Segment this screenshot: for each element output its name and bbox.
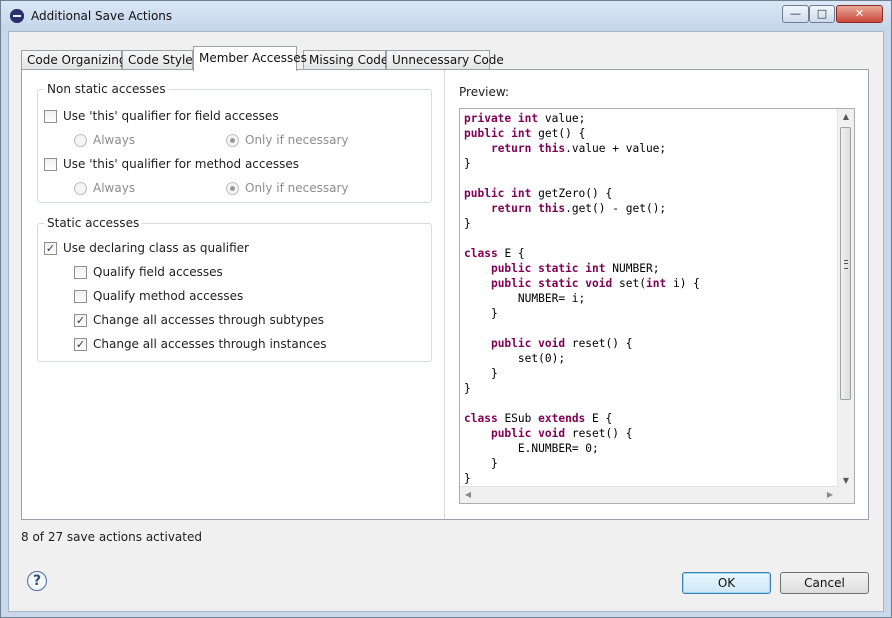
code-line: class E {	[464, 247, 525, 260]
field-this-qualifier-label: Use 'this' qualifier for field accesses	[63, 109, 279, 123]
scroll-up-icon[interactable]: ▲	[838, 109, 854, 125]
through-subtypes-label: Change all accesses through subtypes	[93, 313, 324, 327]
through-instances-option[interactable]: ✓ Change all accesses through instances	[74, 336, 327, 352]
method-always-option[interactable]: Always	[74, 180, 135, 196]
code-line: }	[464, 157, 471, 170]
title-bar[interactable]: Additional Save Actions — □ ✕	[1, 1, 891, 31]
qualify-method-label: Qualify method accesses	[93, 289, 244, 303]
minimize-button[interactable]: —	[782, 5, 809, 23]
method-this-qualifier-checkbox[interactable]	[44, 157, 57, 171]
qualify-field-label: Qualify field accesses	[93, 265, 223, 279]
code-line: return this.value + value;	[490, 142, 667, 155]
tab-code-organizing[interactable]: Code Organizing	[21, 50, 126, 70]
method-always-radio[interactable]	[74, 181, 87, 195]
preview-code-viewer[interactable]: private int value; public int get() { re…	[459, 108, 855, 504]
code-line: private int value;	[464, 112, 586, 125]
code-line: }	[464, 367, 498, 380]
qualify-method-checkbox[interactable]	[74, 289, 87, 303]
use-declaring-class-option[interactable]: ✓ Use declaring class as qualifier	[44, 240, 249, 256]
through-subtypes-checkbox[interactable]: ✓	[74, 313, 87, 327]
tab-member-accesses[interactable]: Member Accesses	[193, 46, 307, 71]
field-always-radio[interactable]	[74, 133, 87, 147]
code-line: }	[464, 307, 498, 320]
code-line: class ESub extends E {	[464, 412, 613, 425]
code-line: }	[464, 472, 471, 485]
method-this-qualifier-option[interactable]: Use 'this' qualifier for method accesses	[44, 156, 299, 172]
code-line: NUMBER= i;	[517, 292, 586, 305]
help-icon[interactable]: ?	[27, 571, 47, 591]
code-line: public int get() {	[464, 127, 586, 140]
tab-unnecessary-code[interactable]: Unnecessary Code	[386, 50, 504, 70]
through-subtypes-option[interactable]: ✓ Change all accesses through subtypes	[74, 312, 324, 328]
dialog-window: Additional Save Actions — □ ✕ Code Organ…	[0, 0, 892, 618]
preview-label: Preview:	[459, 85, 510, 99]
tab-code-style[interactable]: Code Style	[122, 50, 193, 70]
scroll-thumb[interactable]	[840, 127, 851, 400]
code-line: }	[464, 382, 471, 395]
method-only-if-necessary-option[interactable]: Only if necessary	[226, 180, 349, 196]
maximize-button[interactable]: □	[809, 5, 835, 23]
method-always-label: Always	[93, 181, 136, 195]
field-always-label: Always	[93, 133, 136, 147]
code-line: public void reset() {	[490, 427, 633, 440]
field-only-if-necessary-label: Only if necessary	[245, 133, 349, 147]
qualify-field-option[interactable]: Qualify field accesses	[74, 264, 223, 280]
dialog-client-area: Code Organizing Code Style Member Access…	[8, 31, 884, 612]
qualify-field-checkbox[interactable]	[74, 265, 87, 279]
close-button[interactable]: ✕	[836, 5, 883, 23]
use-declaring-class-checkbox[interactable]: ✓	[44, 241, 57, 255]
ok-button[interactable]: OK	[682, 572, 771, 594]
field-always-option[interactable]: Always	[74, 132, 135, 148]
method-only-if-necessary-radio[interactable]	[226, 181, 239, 195]
code-line: }	[464, 457, 498, 470]
field-this-qualifier-checkbox[interactable]	[44, 109, 57, 123]
through-instances-checkbox[interactable]: ✓	[74, 337, 87, 351]
scroll-left-icon[interactable]: ◀	[460, 487, 476, 503]
method-this-qualifier-label: Use 'this' qualifier for method accesses	[63, 157, 300, 171]
member-accesses-panel: Non static accesses Use 'this' qualifier…	[21, 69, 869, 520]
non-static-group-title: Non static accesses	[44, 82, 169, 96]
horizontal-scrollbar[interactable]: ◀ ▶	[460, 486, 838, 503]
code-line: E.NUMBER= 0;	[517, 442, 599, 455]
use-declaring-class-label: Use declaring class as qualifier	[63, 241, 249, 255]
code-line: public void reset() {	[490, 337, 633, 350]
field-only-if-necessary-radio[interactable]	[226, 133, 239, 147]
vertical-scrollbar[interactable]: ▲ ▼	[837, 109, 854, 489]
code-line: public static void set(int i) {	[490, 277, 700, 290]
method-only-if-necessary-label: Only if necessary	[245, 181, 349, 195]
panel-divider	[444, 70, 445, 519]
field-only-if-necessary-option[interactable]: Only if necessary	[226, 132, 349, 148]
scrollbar-corner	[838, 487, 854, 503]
code-line: return this.get() - get();	[490, 202, 667, 215]
preview-code: private int value; public int get() { re…	[464, 111, 700, 486]
non-static-accesses-group: Non static accesses Use 'this' qualifier…	[37, 82, 432, 203]
field-this-qualifier-option[interactable]: Use 'this' qualifier for field accesses	[44, 108, 279, 124]
scroll-right-icon[interactable]: ▶	[822, 487, 838, 503]
code-line: }	[464, 217, 471, 230]
code-line: public int getZero() {	[464, 187, 613, 200]
eclipse-icon	[10, 9, 24, 23]
static-accesses-group: Static accesses ✓ Use declaring class as…	[37, 216, 432, 362]
qualify-method-option[interactable]: Qualify method accesses	[74, 288, 243, 304]
tab-missing-code[interactable]: Missing Code	[303, 50, 388, 70]
window-title: Additional Save Actions	[31, 9, 173, 23]
through-instances-label: Change all accesses through instances	[93, 337, 327, 351]
code-line: set(0);	[517, 352, 566, 365]
code-line: public static int NUMBER;	[490, 262, 660, 275]
status-text: 8 of 27 save actions activated	[21, 530, 202, 544]
cancel-button[interactable]: Cancel	[780, 572, 869, 594]
static-group-title: Static accesses	[44, 216, 143, 230]
